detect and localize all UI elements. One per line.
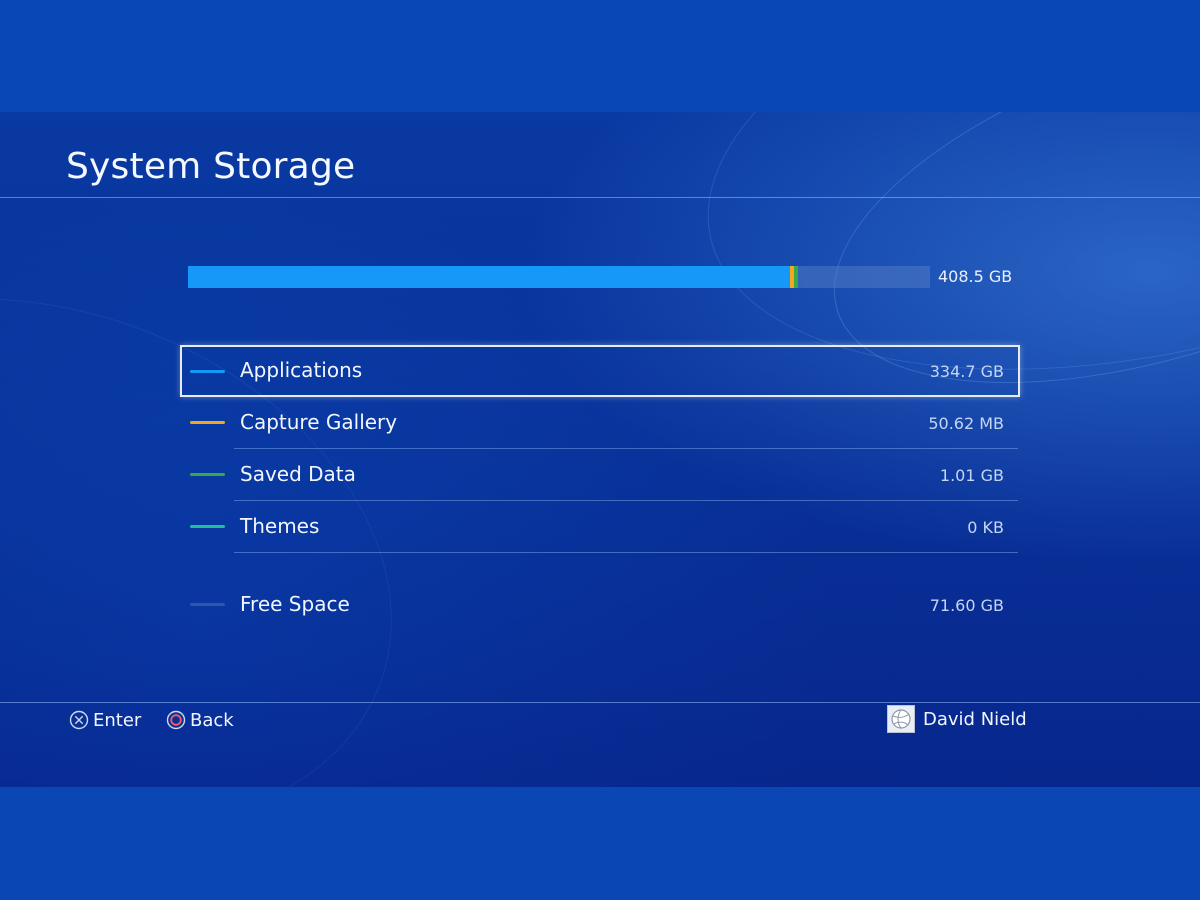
- category-label: Themes: [240, 514, 320, 538]
- page-title: System Storage: [66, 146, 356, 187]
- storage-segment-applications: [188, 266, 791, 288]
- footer-divider: [0, 702, 1200, 703]
- bottom-letterbox: [0, 787, 1200, 900]
- top-letterbox: [0, 0, 1200, 112]
- free-space-size: 71.60 GB: [929, 596, 1004, 615]
- storage-segment-saved-data: [793, 266, 798, 288]
- category-row-themes[interactable]: Themes 0 KB: [180, 501, 1020, 553]
- category-row-capture-gallery[interactable]: Capture Gallery 50.62 MB: [180, 397, 1020, 449]
- circle-button-icon: [166, 710, 186, 730]
- category-row-saved-data[interactable]: Saved Data 1.01 GB: [180, 449, 1020, 501]
- category-label: Capture Gallery: [240, 410, 398, 434]
- category-size: 50.62 MB: [928, 414, 1004, 433]
- system-storage-screen: System Storage 408.5 GB Applications 334…: [0, 112, 1200, 787]
- themes-color-swatch: [190, 525, 225, 528]
- category-size: 0 KB: [967, 518, 1004, 537]
- category-label: Applications: [240, 358, 363, 382]
- cross-button-icon: [69, 710, 89, 730]
- category-size: 334.7 GB: [929, 362, 1004, 381]
- row-divider: [234, 552, 1018, 553]
- volleyball-avatar-icon: [887, 705, 915, 733]
- storage-total: 408.5 GB: [938, 267, 1013, 286]
- user-profile[interactable]: David Nield: [887, 705, 1027, 733]
- back-label: Back: [190, 709, 234, 731]
- category-size: 1.01 GB: [939, 466, 1004, 485]
- category-label: Saved Data: [240, 462, 356, 486]
- back-button-hint[interactable]: Back: [166, 708, 234, 732]
- free-space-label: Free Space: [240, 592, 350, 616]
- capture-gallery-color-swatch: [190, 421, 225, 424]
- enter-button-hint[interactable]: Enter: [69, 708, 141, 732]
- user-name: David Nield: [923, 708, 1027, 730]
- storage-category-list: Applications 334.7 GB Capture Gallery 50…: [180, 345, 1020, 631]
- header-divider: [0, 197, 1200, 198]
- enter-label: Enter: [93, 709, 142, 731]
- storage-usage-bar: [188, 266, 930, 288]
- saved-data-color-swatch: [190, 473, 225, 476]
- free-space-color-swatch: [190, 603, 225, 606]
- free-space-row: Free Space 71.60 GB: [180, 579, 1020, 631]
- category-row-applications[interactable]: Applications 334.7 GB: [180, 345, 1020, 397]
- applications-color-swatch: [190, 370, 225, 373]
